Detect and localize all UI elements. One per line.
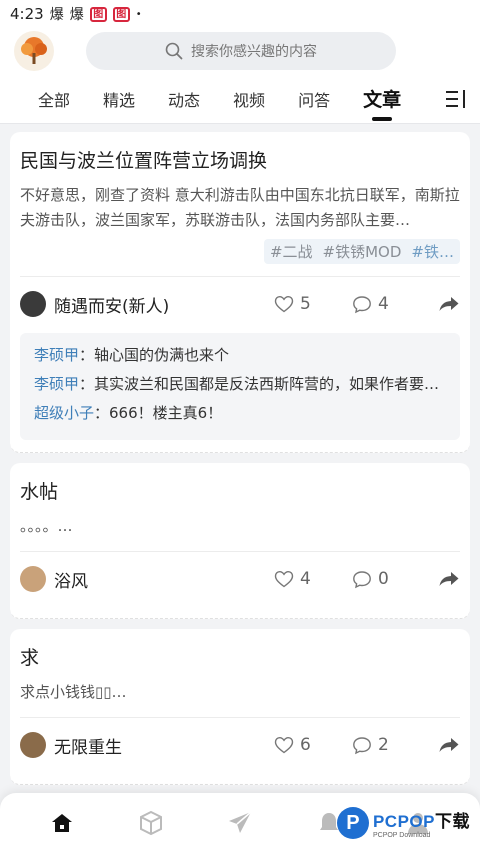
like-count: 4 xyxy=(300,569,311,589)
commenter-name[interactable]: 超级小子 xyxy=(34,404,94,422)
post-meta: 浴风 4 0 xyxy=(20,552,460,606)
share-button[interactable] xyxy=(430,736,460,754)
watermark-text: PCPOP下载 PCPOP Download xyxy=(373,807,470,839)
watermark: P PCPOP下载 PCPOP Download xyxy=(336,807,470,839)
author-info[interactable]: 无限重生 xyxy=(20,732,274,758)
tab-videos[interactable]: 视频 xyxy=(233,87,265,111)
heart-icon xyxy=(274,570,294,588)
share-icon xyxy=(439,738,459,752)
share-icon xyxy=(439,572,459,586)
like-count: 5 xyxy=(300,294,311,314)
comment-count: 4 xyxy=(378,294,389,314)
commenter-name[interactable]: 李硕甲 xyxy=(34,346,79,364)
tag-list: #二战 #铁锈MOD #铁… xyxy=(263,239,460,264)
tree-icon xyxy=(21,37,47,64)
nav-box[interactable] xyxy=(126,803,176,843)
comment-item[interactable]: 李硕甲：轴心国的伪满也来个 xyxy=(34,343,446,368)
comment-count: 0 xyxy=(378,569,389,589)
tag[interactable]: #铁锈MOD xyxy=(323,241,402,262)
avatar[interactable] xyxy=(20,566,46,592)
search-icon xyxy=(165,42,183,60)
watermark-logo: P xyxy=(336,807,369,839)
post-title[interactable]: 民国与波兰位置阵营立场调换 xyxy=(20,146,460,173)
like-button[interactable]: 6 xyxy=(274,735,352,755)
status-bar: 4:23 爆 爆 图 图 • xyxy=(0,0,480,28)
post-card[interactable]: 水帖 。。。。… 浴风 4 0 xyxy=(10,463,470,619)
post-excerpt[interactable]: 。。。。… xyxy=(20,514,460,539)
paper-plane-icon xyxy=(228,811,252,833)
post-feed: 民国与波兰位置阵营立场调换 不好意思，刚查了资料 意大利游击队由中国东北抗日联军… xyxy=(0,124,480,785)
tag[interactable]: #二战 xyxy=(270,241,313,262)
search-bar[interactable]: 搜索你感兴趣的内容 xyxy=(86,32,396,70)
status-time: 4:23 xyxy=(10,5,44,23)
post-title[interactable]: 求 xyxy=(20,643,460,670)
sort-menu-icon[interactable] xyxy=(444,87,468,111)
post-card[interactable]: 求 求点小钱钱▯▯… 无限重生 6 2 xyxy=(10,629,470,785)
like-button[interactable]: 4 xyxy=(274,569,352,589)
post-excerpt[interactable]: 求点小钱钱▯▯… xyxy=(20,680,460,705)
comment-item[interactable]: 李硕甲：其实波兰和民国都是反法西斯阵营的，如果作者要是想给法西斯凑数的话，就把弗… xyxy=(34,372,446,397)
share-button[interactable] xyxy=(430,570,460,588)
comment-text: ：其实波兰和民国都是反法西斯阵营的，如果作者要是想给法西斯凑数的话，就把弗朗哥西… xyxy=(79,375,446,393)
author-info[interactable]: 浴风 xyxy=(20,566,274,592)
watermark-main: PCPOP xyxy=(372,812,435,831)
comment-icon xyxy=(353,295,371,313)
comment-count: 2 xyxy=(378,735,389,755)
like-count: 6 xyxy=(300,735,311,755)
watermark-main-2: 下载 xyxy=(435,812,470,831)
tab-qa[interactable]: 问答 xyxy=(298,87,330,111)
post-meta: 随遇而安(新人) 5 4 xyxy=(20,277,460,331)
comment-icon xyxy=(353,570,371,588)
avatar[interactable] xyxy=(20,291,46,317)
app-logo-avatar[interactable] xyxy=(14,31,54,71)
share-button[interactable] xyxy=(430,295,460,313)
category-tabs: 全部 精选 动态 视频 问答 文章 xyxy=(0,74,480,124)
tab-articles[interactable]: 文章 xyxy=(363,85,401,112)
comment-button[interactable]: 2 xyxy=(352,735,430,755)
post-excerpt[interactable]: 不好意思，刚查了资料 意大利游击队由中国东北抗日联军，南斯拉夫游击队，波兰国家军… xyxy=(20,183,460,233)
heart-icon xyxy=(274,736,294,754)
author-name[interactable]: 无限重生 xyxy=(54,733,122,758)
post-card[interactable]: 民国与波兰位置阵营立场调换 不好意思，刚查了资料 意大利游击队由中国东北抗日联军… xyxy=(10,132,470,453)
app-notification-icon: 爆 xyxy=(69,7,84,23)
comment-preview[interactable]: 李硕甲：轴心国的伪满也来个 李硕甲：其实波兰和民国都是反法西斯阵营的，如果作者要… xyxy=(20,333,460,440)
tab-dynamics[interactable]: 动态 xyxy=(168,87,200,111)
nav-home[interactable] xyxy=(37,803,87,843)
author-name[interactable]: 浴风 xyxy=(54,567,88,592)
tab-all[interactable]: 全部 xyxy=(38,87,70,111)
post-title[interactable]: 水帖 xyxy=(20,477,460,504)
app-notification-icon: 图 xyxy=(112,6,130,22)
nav-send[interactable] xyxy=(215,803,265,843)
commenter-name[interactable]: 李硕甲 xyxy=(34,375,79,393)
search-placeholder: 搜索你感兴趣的内容 xyxy=(191,44,317,60)
author-name[interactable]: 随遇而安(新人) xyxy=(54,292,169,317)
heart-icon xyxy=(274,295,294,313)
app-notification-icon: 图 xyxy=(89,6,107,22)
avatar[interactable] xyxy=(20,732,46,758)
tag-row: #二战 #铁锈MOD #铁… xyxy=(20,239,460,264)
notification-dot-icon: • xyxy=(135,8,142,20)
cube-icon xyxy=(140,810,163,836)
top-bar: 搜索你感兴趣的内容 xyxy=(0,28,480,74)
comment-text: ：666！楼主真6！ xyxy=(94,404,223,422)
like-button[interactable]: 5 xyxy=(274,294,352,314)
tag[interactable]: #铁… xyxy=(411,241,454,262)
comment-button[interactable]: 0 xyxy=(352,569,430,589)
watermark-sub: PCPOP Download xyxy=(372,832,431,839)
app-notification-icon: 爆 xyxy=(49,7,64,23)
post-meta: 无限重生 6 2 xyxy=(20,718,460,772)
comment-icon xyxy=(353,736,371,754)
author-info[interactable]: 随遇而安(新人) xyxy=(20,291,274,317)
share-icon xyxy=(439,297,459,311)
home-icon xyxy=(52,814,73,832)
comment-button[interactable]: 4 xyxy=(352,294,430,314)
tab-featured[interactable]: 精选 xyxy=(103,87,135,111)
comment-item[interactable]: 超级小子：666！楼主真6！ xyxy=(34,401,446,426)
comment-text: ：轴心国的伪满也来个 xyxy=(79,346,230,364)
